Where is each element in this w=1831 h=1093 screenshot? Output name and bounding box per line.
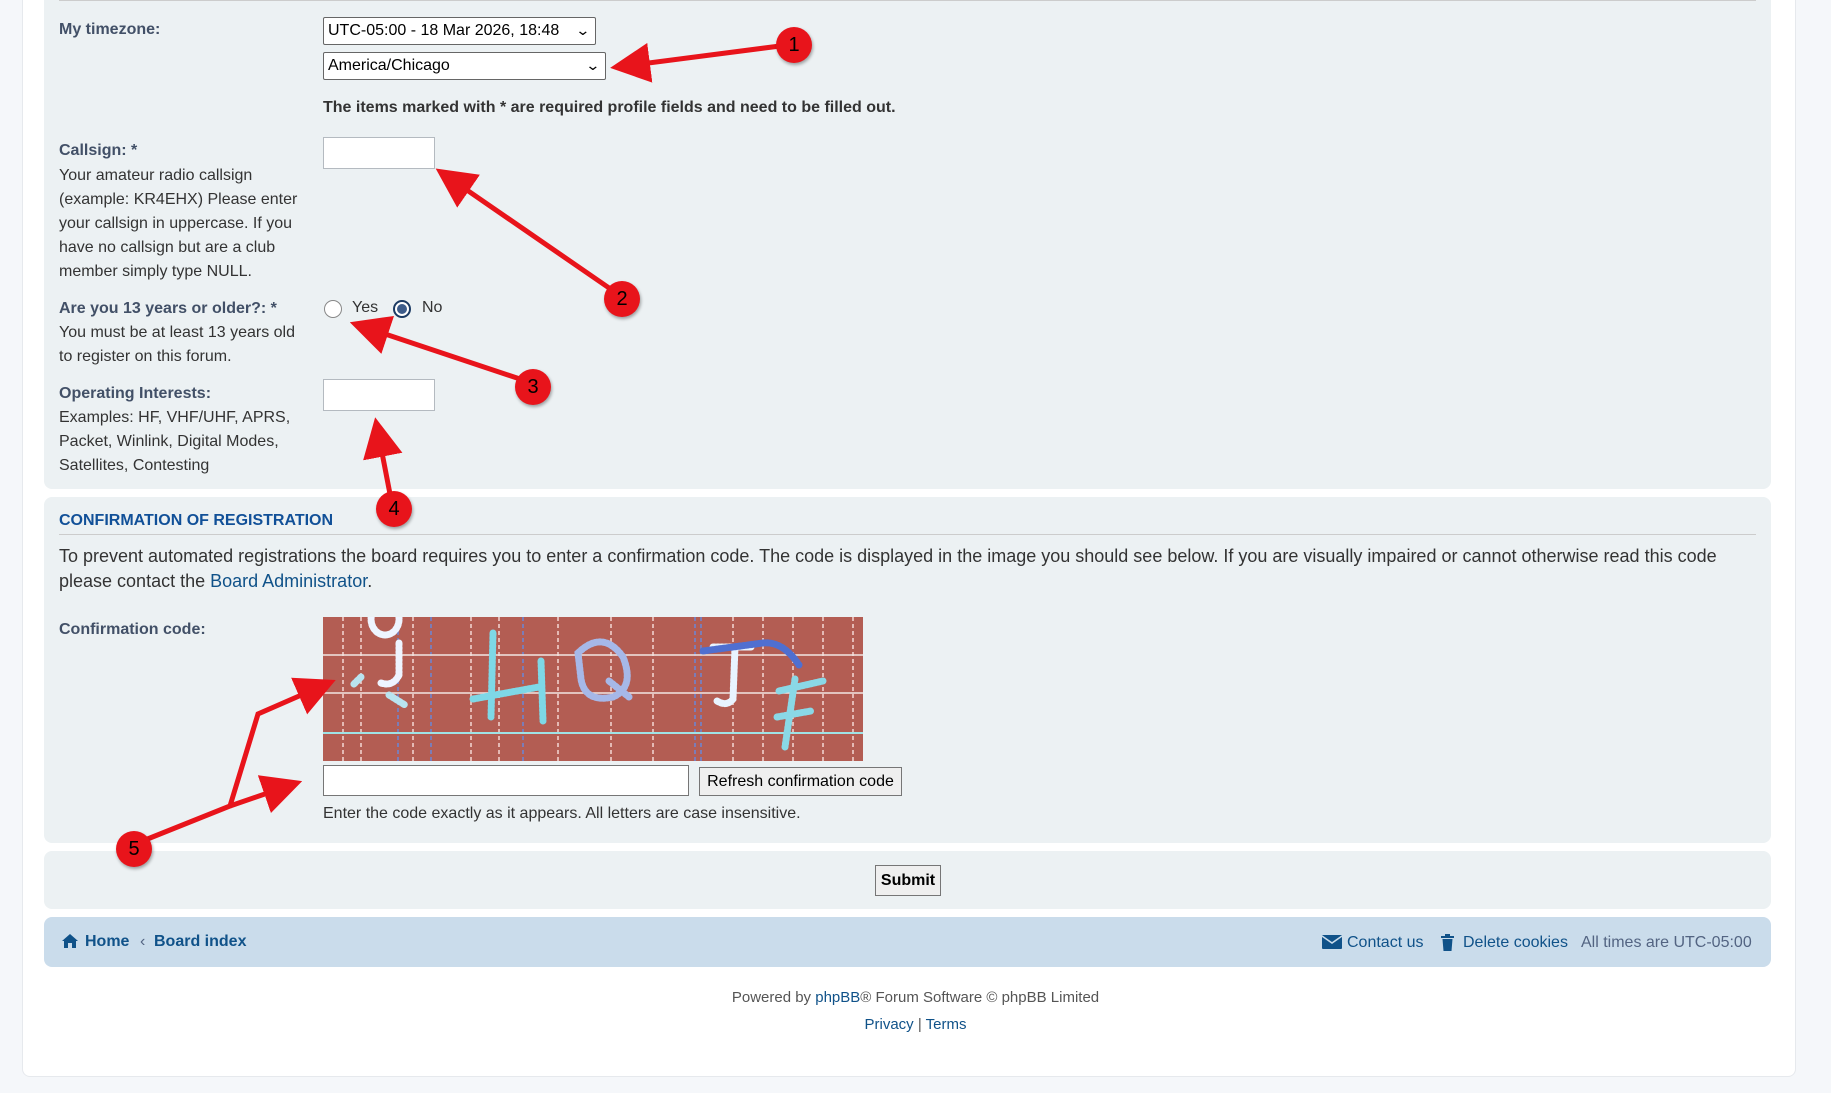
confirmation-hint: Enter the code exactly as it appears. Al… xyxy=(323,805,801,822)
divider xyxy=(59,0,1756,1)
age-label: Are you 13 years or older?: * xyxy=(59,300,277,317)
envelope-icon[interactable] xyxy=(1321,934,1343,955)
interests-explain: Examples: HF, VHF/UHF, APRS, Packet, Win… xyxy=(59,409,291,474)
callsign-label: Callsign: * xyxy=(59,142,138,159)
age-explain: You must be at least 13 years old to reg… xyxy=(59,324,295,365)
timezone-label: My timezone: xyxy=(59,21,161,38)
confirmation-intro: To prevent automated registrations the b… xyxy=(59,544,1749,594)
interests-label: Operating Interests: xyxy=(59,385,212,402)
age-yes-label[interactable]: Yes xyxy=(352,299,378,317)
home-link[interactable]: Home xyxy=(85,933,129,951)
timezone-info: All times are UTC-05:00 xyxy=(1581,934,1752,951)
footer-pipe: | xyxy=(917,1016,922,1033)
captcha-image xyxy=(323,617,863,761)
annotation-badge-5: 5 xyxy=(116,831,152,867)
timezone-zone-value: America/Chicago xyxy=(328,57,450,74)
delete-cookies-link[interactable]: Delete cookies xyxy=(1463,934,1568,952)
timezone-zone-select[interactable]: America/Chicago ⌄ xyxy=(323,52,606,80)
phpbb-link[interactable]: phpBB xyxy=(815,989,860,1006)
timezone-date-value: UTC-05:00 - 18 Mar 2026, 18:48 xyxy=(328,22,560,39)
trash-icon[interactable] xyxy=(1440,934,1455,956)
annotation-badge-2: 2 xyxy=(604,281,640,317)
divider xyxy=(59,534,1756,535)
confirmation-intro-end: . xyxy=(367,571,373,591)
annotation-badge-4: 4 xyxy=(376,491,412,527)
privacy-link[interactable]: Privacy xyxy=(864,1016,913,1033)
board-admin-link[interactable]: Board Administrator xyxy=(210,571,367,591)
annotation-badge-3: 3 xyxy=(515,369,551,405)
board-index-link[interactable]: Board index xyxy=(154,933,246,951)
chevron-down-icon: ⌄ xyxy=(585,57,601,73)
timezone-date-select[interactable]: UTC-05:00 - 18 Mar 2026, 18:48 ⌄ xyxy=(323,17,596,45)
contact-us-link[interactable]: Contact us xyxy=(1347,934,1423,952)
confirmation-code-label: Confirmation code: xyxy=(59,621,206,638)
callsign-input[interactable] xyxy=(323,137,435,169)
terms-link[interactable]: Terms xyxy=(926,1016,967,1033)
powered-suffix: ® Forum Software © phpBB Limited xyxy=(860,989,1100,1006)
submit-button[interactable]: Submit xyxy=(875,865,941,896)
confirmation-title: CONFIRMATION OF REGISTRATION xyxy=(59,512,334,529)
callsign-explain: Your amateur radio callsign (example: KR… xyxy=(59,167,298,280)
footer-links: Privacy | Terms xyxy=(0,1016,1831,1033)
age-no-label[interactable]: No xyxy=(422,299,442,317)
chevron-down-icon: ⌄ xyxy=(575,22,591,38)
required-fields-note: The items marked with * are required pro… xyxy=(323,99,896,116)
powered-prefix: Powered by xyxy=(731,989,816,1006)
confirmation-code-input[interactable] xyxy=(323,765,689,796)
home-icon[interactable] xyxy=(61,933,79,954)
annotation-badge-1: 1 xyxy=(776,27,812,63)
interests-input[interactable] xyxy=(323,379,435,411)
refresh-confirmation-button[interactable]: Refresh confirmation code xyxy=(699,767,902,796)
age-no-radio[interactable] xyxy=(393,300,411,318)
age-yes-radio[interactable] xyxy=(324,300,342,318)
powered-by: Powered by phpBB® Forum Software © phpBB… xyxy=(0,989,1831,1006)
breadcrumb-separator: ‹ xyxy=(140,933,146,950)
